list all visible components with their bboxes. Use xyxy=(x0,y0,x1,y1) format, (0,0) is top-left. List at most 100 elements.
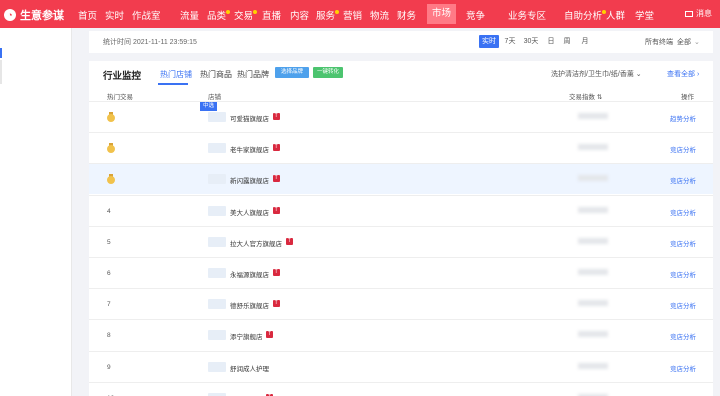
table-row[interactable]: 中选 可爱猫旗舰店 趋势分析 T xyxy=(89,101,713,132)
tmall-badge-icon: T xyxy=(272,300,280,308)
tmall-badge-icon: T xyxy=(272,206,280,214)
table-row[interactable]: 老牛家旗舰店 竞店分析 T xyxy=(89,132,713,163)
nav-item-label: 业务专区 xyxy=(508,11,547,22)
shop-name[interactable]: 新闪露旗舰店 xyxy=(230,175,269,185)
sort-icon: ⇅ xyxy=(596,94,603,101)
scope-select[interactable]: 全部 ⌄ xyxy=(677,37,700,47)
nav-item[interactable]: 作战室 xyxy=(132,8,161,22)
nav-item-label: 营销 xyxy=(343,11,363,22)
message-label: 消息 xyxy=(696,9,712,18)
nav-item[interactable]: 内容 xyxy=(290,8,309,22)
chevron-right-icon: › xyxy=(696,71,700,78)
table-row[interactable]: 新闪露旗舰店 竞店分析 T xyxy=(89,163,713,195)
header-action: 操作 xyxy=(681,94,694,101)
stat-time: 统计时间 2021-11-11 23:59:15 xyxy=(103,39,197,46)
header-index[interactable]: 交易指数 ⇅ xyxy=(569,91,602,101)
nav-item[interactable]: 竞争 xyxy=(466,8,485,22)
analysis-link[interactable]: 竞店分析 xyxy=(670,300,696,310)
analysis-link[interactable]: 竞店分析 xyxy=(670,238,696,248)
nav-item[interactable]: 交易 xyxy=(234,8,258,22)
shop-logo xyxy=(208,112,226,122)
medal-icon xyxy=(107,112,115,122)
shop-name[interactable]: 可爱猫旗舰店 xyxy=(230,113,269,123)
shop-name[interactable]: 添宁旗舰店 xyxy=(230,331,263,341)
trade-index-value xyxy=(578,300,608,307)
table-row[interactable]: 4 美大人旗舰店 竞店分析 T xyxy=(89,194,713,226)
message-button[interactable]: 消息 xyxy=(685,8,712,19)
nav-item[interactable]: 学堂 xyxy=(635,8,654,22)
shop-logo xyxy=(208,330,226,341)
nav-item[interactable]: 财务 xyxy=(397,8,416,22)
category-select[interactable]: 洗护清洁剂/卫生巾/纸/香薰 ⌄ xyxy=(551,69,642,79)
nav-item[interactable]: 品类 xyxy=(207,8,231,22)
app-logo[interactable]: ◔ 生意参谋 xyxy=(4,7,64,23)
active-tab-underline xyxy=(158,83,188,85)
view-all-link[interactable]: 查看全部 › xyxy=(667,69,699,79)
analysis-link[interactable]: 竞店分析 xyxy=(670,331,696,341)
sidebar-scroll-handle[interactable] xyxy=(0,60,2,84)
nav-item-label: 首页 xyxy=(78,11,98,22)
nav-item[interactable]: 流量 xyxy=(180,8,199,22)
table-row[interactable]: 6 永福源旗舰店 竞店分析 T xyxy=(89,257,713,288)
analysis-link[interactable]: 竞店分析 xyxy=(670,207,696,217)
tmall-badge-icon: T xyxy=(272,269,280,276)
tab-hot-products[interactable]: 热门商品 xyxy=(200,69,232,80)
shop-name[interactable]: 舒润成人护理 xyxy=(230,363,269,373)
nav-item[interactable]: 直播 xyxy=(262,8,281,22)
trade-index-value xyxy=(578,206,608,213)
nav-item[interactable]: 首页 xyxy=(78,8,97,22)
nav-item[interactable]: 自助分析 xyxy=(564,8,607,22)
nav-item-label: 学堂 xyxy=(635,11,655,22)
table-row[interactable]: 5 拉大人官方旗舰店 竞店分析 T xyxy=(89,225,713,257)
analysis-link[interactable]: 趋势分析 xyxy=(670,113,696,123)
trade-index-value xyxy=(578,362,608,369)
analysis-link[interactable]: 竞店分析 xyxy=(670,144,696,154)
shop-name[interactable]: 拉大人官方旗舰店 xyxy=(230,238,282,248)
range-button[interactable]: 30天 xyxy=(522,35,540,48)
shop-name[interactable]: 美大人旗舰店 xyxy=(230,207,269,217)
shop-name[interactable]: 德舒乐旗舰店 xyxy=(230,300,269,310)
range-button[interactable]: 周 xyxy=(561,35,573,48)
nav-item-label: 实时 xyxy=(105,11,125,22)
left-sidebar xyxy=(0,28,72,396)
nav-item[interactable]: 物流 xyxy=(370,8,389,22)
shop-name[interactable]: 老牛家旗舰店 xyxy=(230,144,269,154)
shop-name[interactable]: 永福源旗舰店 xyxy=(230,269,269,279)
trade-index-value xyxy=(578,237,608,244)
range-button[interactable]: 7天 xyxy=(503,35,517,48)
range-button[interactable]: 月 xyxy=(579,35,591,48)
trade-index-value xyxy=(578,113,608,119)
range-button[interactable]: 日 xyxy=(545,35,557,48)
app-name: 生意参谋 xyxy=(20,10,64,22)
nav-item[interactable]: 服务 xyxy=(316,8,340,22)
nav-item[interactable]: 营销 xyxy=(343,8,362,22)
nav-item[interactable]: 业务专区 xyxy=(508,8,546,22)
medal-icon xyxy=(107,174,115,185)
select-brand-button[interactable]: 选择品牌 xyxy=(275,67,309,78)
analysis-link[interactable]: 竞店分析 xyxy=(670,175,696,185)
table-row[interactable]: 10新品旗舰店竞店分析T xyxy=(89,381,713,396)
tab-hot-brands[interactable]: 热门品牌 xyxy=(237,69,269,80)
table-row[interactable]: 9 舒润成人护理 竞店分析 xyxy=(89,350,713,382)
trade-index-value xyxy=(578,144,608,151)
nav-item[interactable]: 市场 xyxy=(427,4,457,24)
rank-number: 9 xyxy=(107,363,111,371)
convert-button[interactable]: 一键转化 xyxy=(313,67,343,78)
range-button[interactable]: 实时 xyxy=(479,35,499,48)
nav-item-label: 物流 xyxy=(370,11,390,22)
sidebar-active-indicator xyxy=(0,48,2,58)
trade-index-value xyxy=(578,175,608,182)
analysis-link[interactable]: 竞店分析 xyxy=(670,269,696,279)
nav-item[interactable]: 实时 xyxy=(105,8,124,22)
nav-item-label: 人群 xyxy=(606,11,626,22)
table-row[interactable]: 8 添宁旗舰店 竞店分析 T xyxy=(89,319,713,350)
tab-hot-shops[interactable]: 热门店铺 xyxy=(160,69,192,80)
rank-number: 5 xyxy=(107,238,111,246)
analysis-link[interactable]: 竞店分析 xyxy=(670,363,696,373)
medal-icon xyxy=(107,143,115,154)
table-row[interactable]: 7 德舒乐旗舰店 竞店分析 T xyxy=(89,288,713,319)
panel-title: 行业监控 xyxy=(103,71,142,82)
nav-item-label: 竞争 xyxy=(466,11,486,22)
nav-item[interactable]: 人群 xyxy=(606,8,625,22)
nav-item-label: 服务 xyxy=(316,10,340,22)
